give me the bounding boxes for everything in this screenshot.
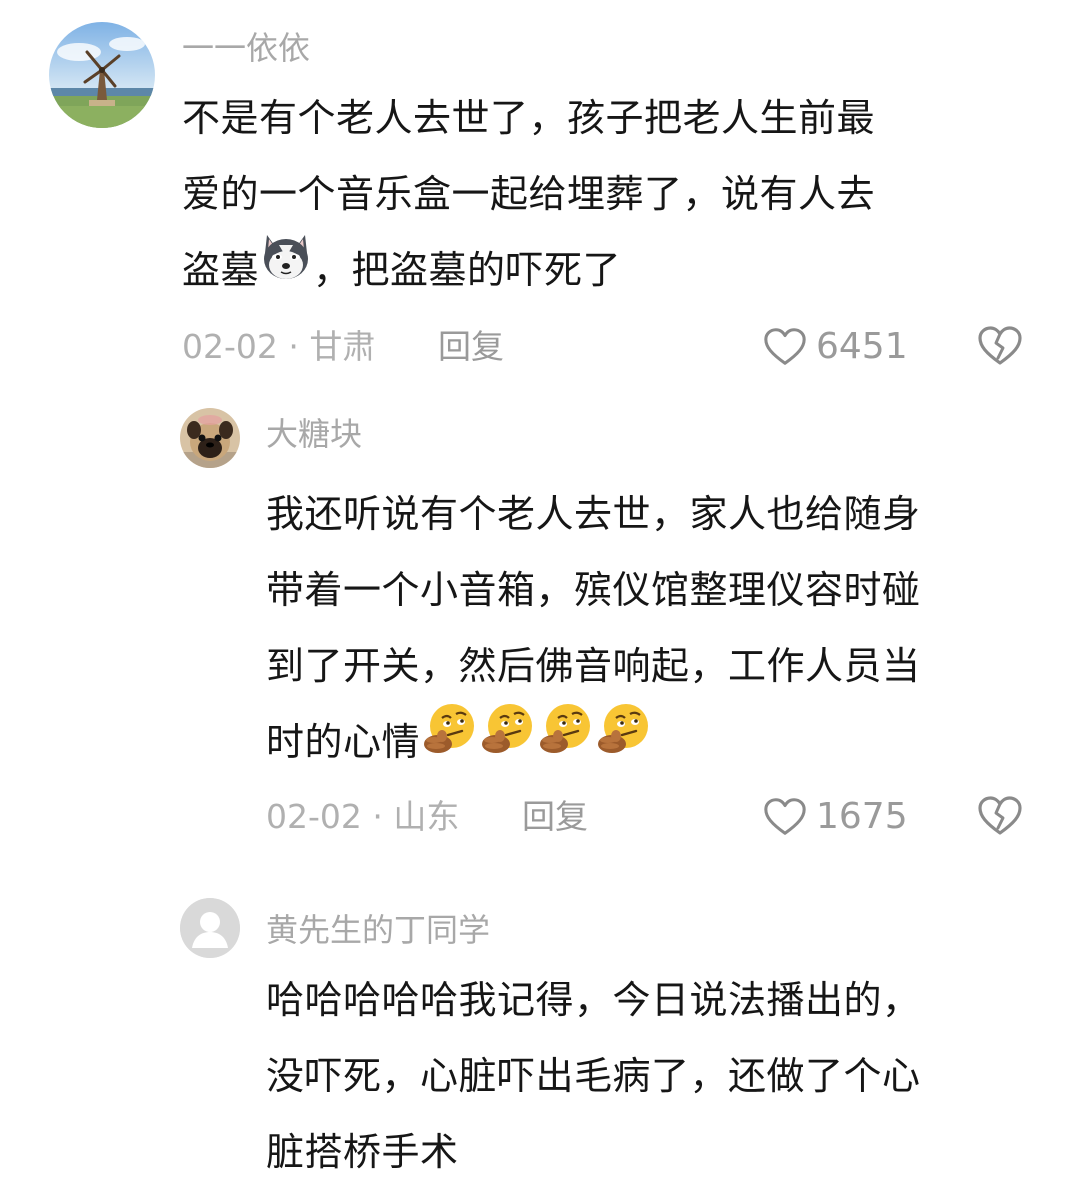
reply-button[interactable]: 回复: [522, 797, 588, 837]
comment-date-location: 02-02 · 山东: [266, 797, 460, 836]
like-count: 6451: [816, 326, 908, 367]
comment-line-with-emoji: 盗墓 ，把盗墓的吓死了: [182, 232, 875, 312]
broken-heart-icon: [978, 796, 1022, 835]
dislike-button[interactable]: [976, 792, 1024, 844]
default-user-icon: [180, 898, 240, 958]
comment-line-part: 时的心情: [266, 720, 421, 764]
reply-button[interactable]: 回复: [438, 327, 504, 367]
comment-line-part: ，把盗墓的吓死了: [313, 248, 622, 292]
like-button[interactable]: 6451: [762, 324, 908, 370]
comment-line: 爱的一个音乐盒一起给埋葬了，说有人去: [182, 172, 876, 216]
avatar-windmill[interactable]: [49, 22, 155, 128]
comment-text: 不是有个老人去世了，孩子把老人生前最 爱的一个音乐盒一起给埋葬了，说有人去 盗墓: [182, 80, 875, 312]
comment-1: 一一依依 不是有个老人去世了，孩子把老人生前最 爱的一个音乐盒一起给埋葬了，说有…: [0, 0, 1080, 390]
comment-line: 带着一个小音箱，殡仪馆整理仪容时碰: [266, 568, 921, 612]
avatar-pug[interactable]: [180, 408, 240, 468]
comment-line: 我还听说有个老人去世，家人也给随身: [266, 492, 921, 536]
comment-line: 哈哈哈哈哈我记得，今日说法播出的，: [266, 978, 921, 1022]
thinking-face-emoji: [420, 700, 478, 781]
comment-line: 不是有个老人去世了，孩子把老人生前最: [182, 96, 876, 140]
husky-dog-emoji: [259, 229, 313, 308]
thinking-face-emoji: [536, 700, 594, 781]
comment-line: 到了开关，然后佛音响起，工作人员当: [266, 644, 921, 688]
avatar-default[interactable]: [180, 898, 240, 958]
dislike-button[interactable]: [976, 322, 1024, 374]
heart-outline-icon: [764, 798, 806, 835]
comment-text: 我还听说有个老人去世，家人也给随身 带着一个小音箱，殡仪馆整理仪容时碰 到了开关…: [266, 476, 921, 785]
comment-3: 黄先生的丁同学 哈哈哈哈哈我记得，今日说法播出的， 没吓死，心脏吓出毛病了，还做…: [0, 880, 1080, 1196]
comment-username[interactable]: 黄先生的丁同学: [266, 910, 490, 950]
comment-line: 脏搭桥手术: [266, 1130, 459, 1174]
comment-username[interactable]: 一一依依: [182, 28, 310, 68]
thinking-face-emoji: [594, 700, 652, 781]
thinking-face-emoji: [478, 700, 536, 781]
comment-2: 大糖块 我还听说有个老人去世，家人也给随身 带着一个小音箱，殡仪馆整理仪容时碰 …: [0, 390, 1080, 880]
comment-date-location: 02-02 · 甘肃: [182, 327, 376, 366]
comment-username[interactable]: 大糖块: [266, 414, 362, 454]
windmill-avatar-image: [49, 22, 155, 128]
broken-heart-icon: [978, 326, 1022, 365]
like-count: 1675: [816, 796, 908, 837]
comment-text: 哈哈哈哈哈我记得，今日说法播出的， 没吓死，心脏吓出毛病了，还做了个心 脏搭桥手…: [266, 962, 921, 1190]
comment-line-with-emoji: 时的心情: [266, 704, 921, 785]
heart-outline-icon: [764, 328, 806, 365]
comment-line-part: 盗墓: [182, 248, 260, 292]
pug-avatar-image: [180, 408, 240, 468]
comment-line: 没吓死，心脏吓出毛病了，还做了个心: [266, 1054, 921, 1098]
like-button[interactable]: 1675: [762, 794, 908, 840]
